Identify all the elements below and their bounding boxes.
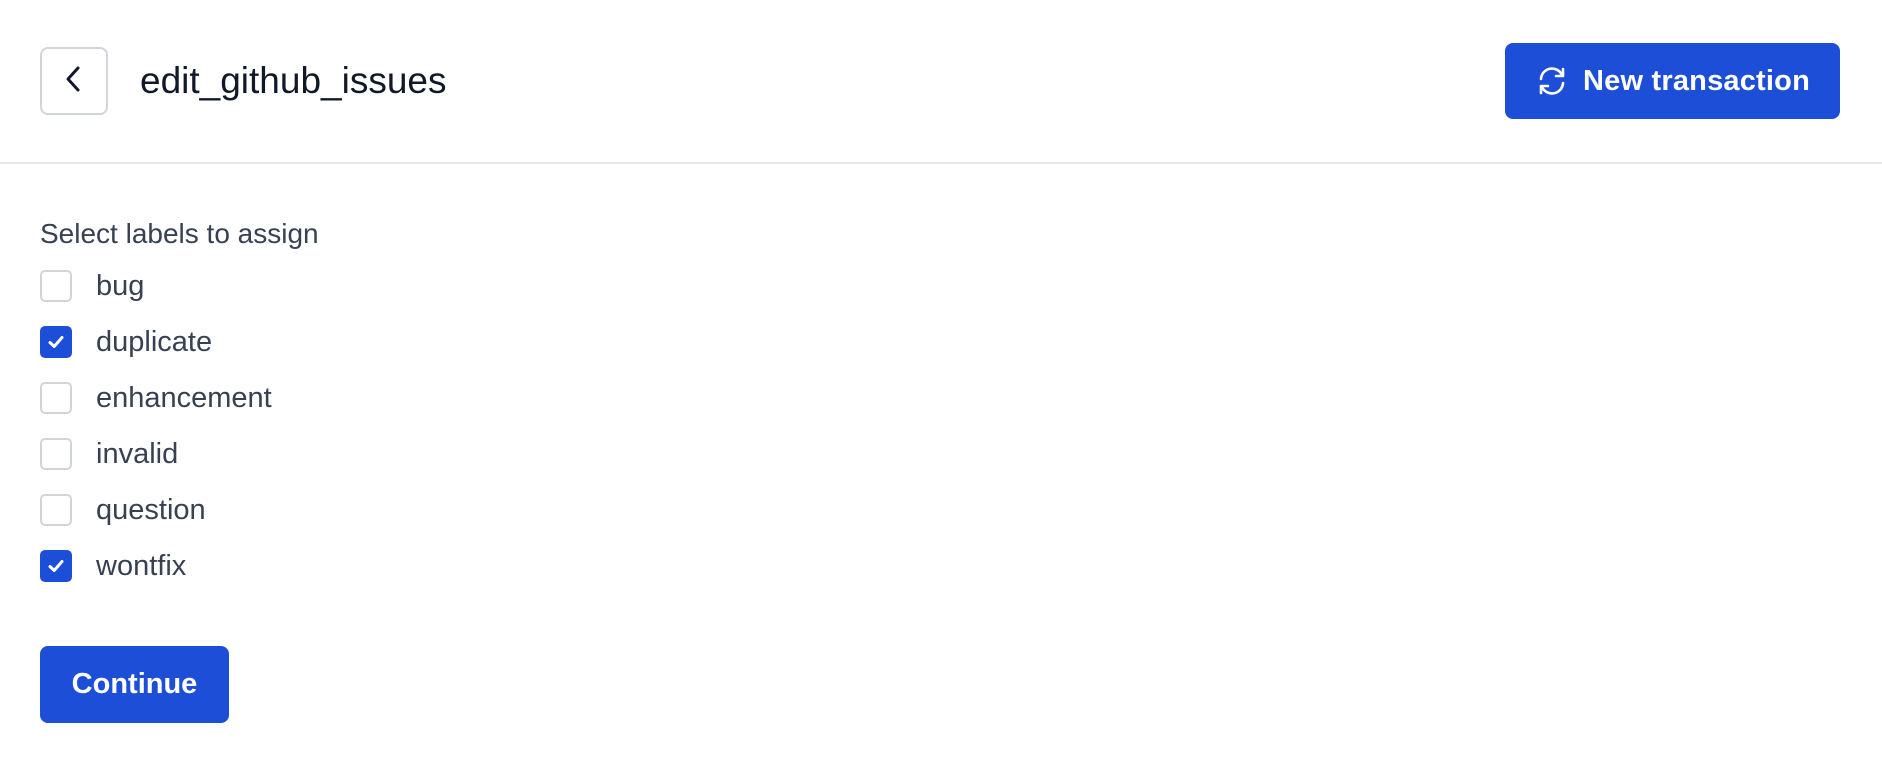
check-icon [48, 560, 64, 572]
option-label: enhancement [96, 382, 272, 414]
label-option[interactable]: invalid [40, 426, 1040, 482]
checkbox[interactable] [40, 382, 72, 414]
label-form: Select labels to assign bug duplicate enha… [40, 210, 1040, 594]
label-option[interactable]: duplicate [40, 314, 1040, 370]
new-transaction-button[interactable]: New transaction [1505, 43, 1840, 119]
checkbox[interactable] [40, 438, 72, 470]
label-option[interactable]: bug [40, 258, 1040, 314]
label-option[interactable]: enhancement [40, 370, 1040, 426]
label-option[interactable]: question [40, 482, 1040, 538]
option-label: invalid [96, 438, 179, 470]
option-label: bug [96, 270, 145, 302]
form-label: Select labels to assign [40, 218, 319, 249]
refresh-icon [1535, 64, 1569, 98]
back-button[interactable] [40, 47, 108, 115]
checkbox[interactable] [40, 326, 72, 358]
page-title: edit_github_issues [140, 60, 447, 101]
option-label: duplicate [96, 326, 213, 358]
header: edit_github_issues New transaction [0, 0, 1882, 164]
new-transaction-label: New transaction [1583, 64, 1810, 97]
chevron-left-icon [63, 64, 85, 99]
check-icon [48, 336, 64, 348]
checkbox[interactable] [40, 550, 72, 582]
options-list: bug duplicate enhancement invalid question wo… [40, 258, 1040, 594]
option-label: question [96, 494, 206, 526]
label-option[interactable]: wontfix [40, 538, 1040, 594]
page: edit_github_issues New transaction Selec… [0, 0, 1882, 780]
continue-button[interactable]: Continue [40, 646, 229, 723]
option-label: wontfix [96, 550, 187, 582]
checkbox[interactable] [40, 270, 72, 302]
checkbox[interactable] [40, 494, 72, 526]
